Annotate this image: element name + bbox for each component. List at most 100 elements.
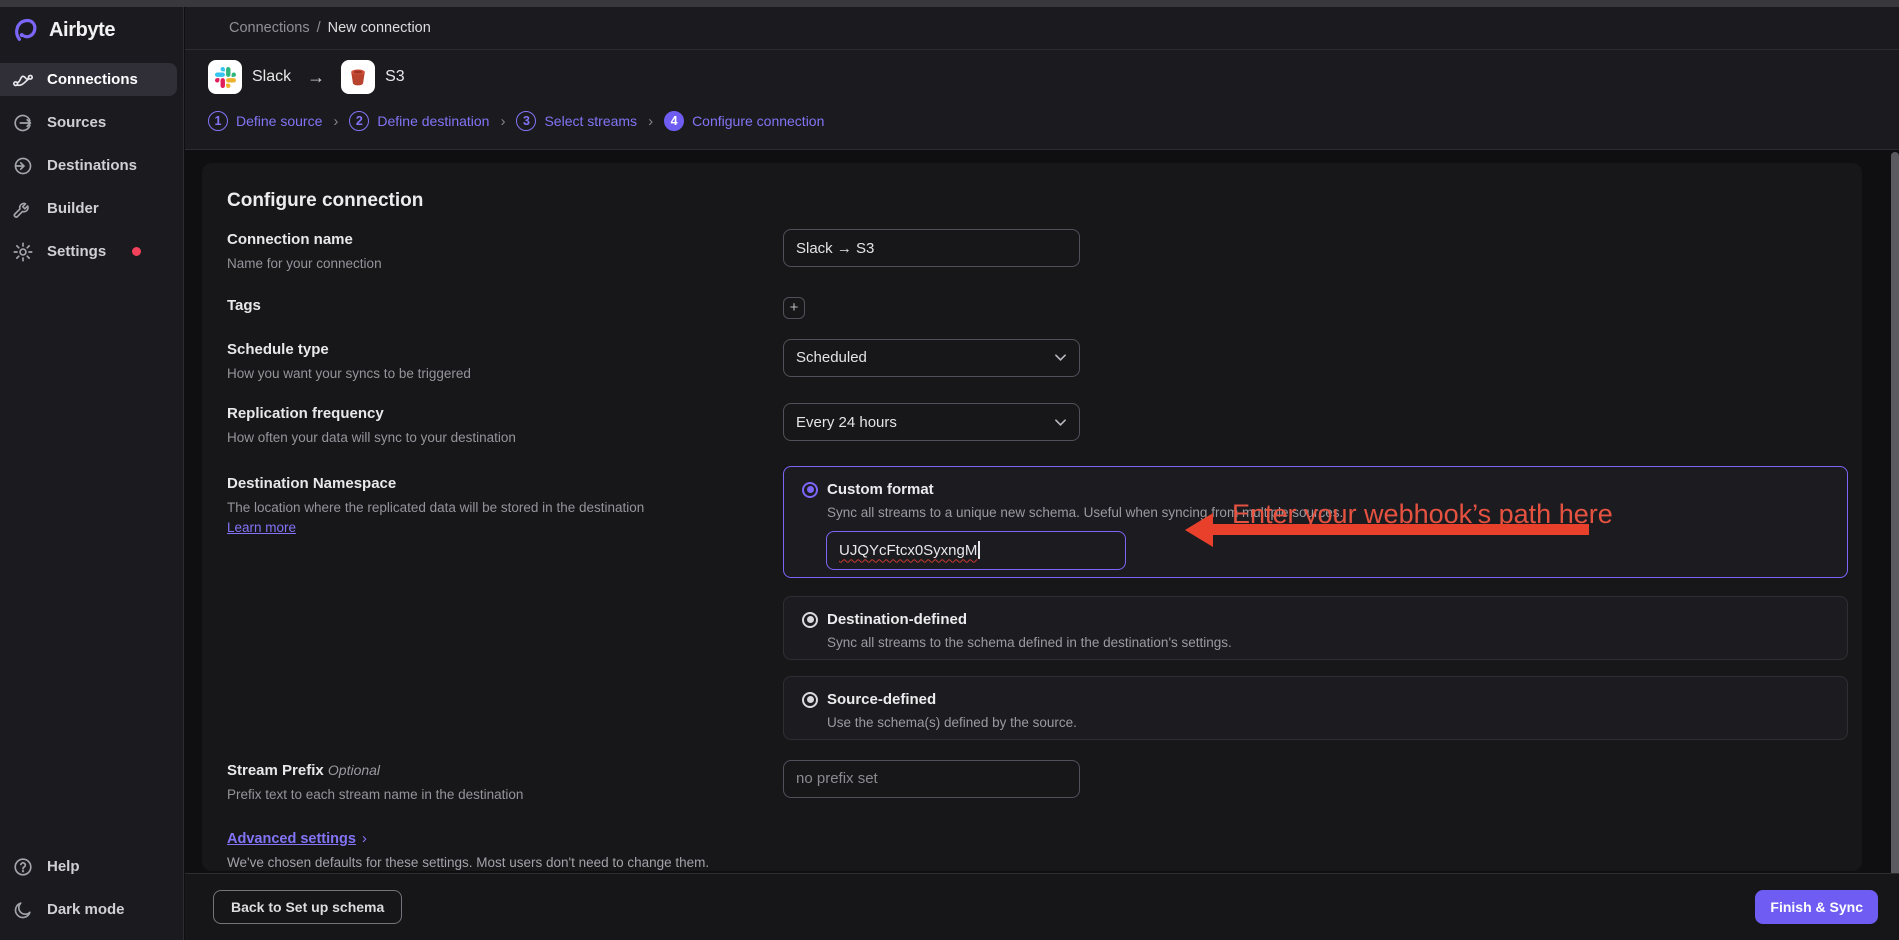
schedule-type-label: Schedule type	[227, 341, 783, 358]
tags-label: Tags	[227, 297, 783, 314]
destination-defined-option[interactable]: Destination-defined Sync all streams to …	[783, 596, 1848, 660]
step-label: Configure connection	[692, 113, 824, 129]
s3-logo-badge	[341, 60, 375, 94]
breadcrumb-connections-link[interactable]: Connections	[229, 20, 310, 36]
step-select-streams[interactable]: 3 Select streams	[516, 111, 637, 131]
source-defined-title: Source-defined	[827, 691, 936, 708]
step-label: Define destination	[377, 113, 489, 129]
schedule-type-desc: How you want your syncs to be triggered	[227, 365, 783, 383]
replication-frequency-label: Replication frequency	[227, 405, 783, 422]
finish-and-sync-button[interactable]: Finish & Sync	[1755, 890, 1878, 924]
chevron-right-icon: ›	[333, 113, 338, 130]
sidebar-item-destinations[interactable]: Destinations	[0, 149, 177, 182]
scrollbar-thumb[interactable]	[1891, 152, 1899, 932]
connection-name-input[interactable]	[783, 229, 1080, 267]
advanced-settings-link[interactable]: Advanced settings	[227, 831, 356, 847]
sidebar-footer: Help Dark mode	[0, 840, 183, 926]
slack-icon	[215, 67, 236, 88]
connection-name-desc: Name for your connection	[227, 255, 783, 273]
step-define-destination[interactable]: 2 Define destination	[349, 111, 489, 131]
annotation-arrow-head	[1185, 513, 1213, 547]
step-number: 1	[208, 111, 228, 131]
brand-name: Airbyte	[49, 19, 115, 42]
step-label: Define source	[236, 113, 322, 129]
learn-more-link[interactable]: Learn more	[227, 520, 296, 535]
stream-prefix-row: Stream Prefix Optional Prefix text to ea…	[227, 760, 1848, 804]
sidebar-item-connections[interactable]: Connections	[0, 63, 177, 96]
sidebar: Airbyte Connections Sources Destinations	[0, 7, 184, 940]
chevron-right-icon: ›	[648, 113, 653, 130]
breadcrumb: Connections / New connection	[185, 7, 1899, 50]
step-number: 2	[349, 111, 369, 131]
stream-prefix-desc: Prefix text to each stream name in the d…	[227, 786, 783, 804]
sidebar-item-label: Builder	[47, 200, 99, 217]
settings-gear-icon	[12, 241, 34, 263]
stream-prefix-label: Stream Prefix	[227, 762, 324, 779]
moon-icon	[12, 899, 34, 921]
destination-namespace-label: Destination Namespace	[227, 475, 783, 492]
builder-wrench-icon	[12, 198, 34, 220]
sidebar-item-sources[interactable]: Sources	[0, 106, 177, 139]
main-area: Connections / New connection Slack →	[185, 7, 1899, 940]
destination-defined-radio[interactable]	[802, 612, 818, 628]
connection-name-row: Connection name Name for your connection	[227, 229, 1848, 273]
destination-defined-desc: Sync all streams to the schema defined i…	[827, 635, 1827, 650]
custom-format-input[interactable]: UJQYcFtcx0SyxngM	[826, 531, 1126, 570]
replication-frequency-value: Every 24 hours	[796, 414, 897, 431]
airbyte-app: Airbyte Connections Sources Destinations	[0, 0, 1899, 940]
chevron-right-icon: ›	[500, 113, 505, 130]
connection-header: Slack → S3 1 Define source ›	[185, 50, 1899, 150]
content-area: Configure connection Connection name Nam…	[185, 150, 1899, 940]
sidebar-item-settings[interactable]: Settings	[0, 235, 177, 268]
help-icon	[12, 856, 34, 878]
sidebar-nav: Connections Sources Destinations Builder	[0, 63, 183, 268]
source-defined-desc: Use the schema(s) defined by the source.	[827, 715, 1827, 730]
arrow-right-icon: →	[307, 67, 325, 88]
replication-frequency-select[interactable]: Every 24 hours	[783, 403, 1080, 441]
footer-bar: Back to Set up schema Finish & Sync	[185, 873, 1899, 940]
destination-namespace-desc: The location where the replicated data w…	[227, 499, 783, 517]
custom-format-radio[interactable]	[802, 482, 818, 498]
sidebar-item-builder[interactable]: Builder	[0, 192, 177, 225]
connections-icon	[12, 69, 34, 91]
dark-mode-label: Dark mode	[47, 901, 125, 918]
source-name: Slack	[252, 68, 291, 86]
step-number: 3	[516, 111, 536, 131]
add-tag-button[interactable]: +	[783, 297, 805, 319]
stream-prefix-input[interactable]	[783, 760, 1080, 798]
s3-bucket-icon	[347, 66, 369, 88]
breadcrumb-separator: /	[317, 20, 321, 36]
breadcrumb-current: New connection	[328, 20, 431, 36]
help-button[interactable]: Help	[0, 850, 177, 883]
replication-frequency-row: Replication frequency How often your dat…	[227, 403, 1848, 447]
schedule-type-value: Scheduled	[796, 349, 867, 366]
stream-prefix-optional: Optional	[328, 762, 380, 778]
replication-frequency-desc: How often your data will sync to your de…	[227, 429, 783, 447]
annotation-arrow-shaft	[1211, 524, 1589, 535]
sidebar-item-label: Settings	[47, 243, 106, 260]
advanced-settings-section: Advanced settings› We've chosen defaults…	[227, 830, 1848, 870]
step-define-source[interactable]: 1 Define source	[208, 111, 322, 131]
step-label: Select streams	[544, 113, 637, 129]
step-configure-connection[interactable]: 4 Configure connection	[664, 111, 824, 131]
brand[interactable]: Airbyte	[0, 7, 183, 53]
text-caret	[978, 541, 980, 559]
back-to-schema-button[interactable]: Back to Set up schema	[213, 890, 402, 924]
source-defined-radio[interactable]	[802, 692, 818, 708]
source-defined-option[interactable]: Source-defined Use the schema(s) defined…	[783, 676, 1848, 740]
chevron-down-icon	[1054, 353, 1067, 362]
destinations-icon	[12, 155, 34, 177]
chevron-down-icon	[1054, 418, 1067, 427]
custom-format-value: UJQYcFtcx0SyxngM	[839, 542, 977, 559]
airbyte-logo-icon	[10, 15, 40, 45]
help-label: Help	[47, 858, 80, 875]
destination-defined-title: Destination-defined	[827, 611, 967, 628]
tags-row: Tags +	[227, 295, 1848, 319]
sources-icon	[12, 112, 34, 134]
schedule-type-select[interactable]: Scheduled	[783, 339, 1080, 377]
chevron-right-icon: ›	[362, 830, 367, 847]
settings-notification-badge	[132, 247, 141, 256]
dark-mode-toggle[interactable]: Dark mode	[0, 893, 177, 926]
configure-connection-card: Configure connection Connection name Nam…	[202, 163, 1862, 871]
custom-format-title: Custom format	[827, 481, 934, 498]
